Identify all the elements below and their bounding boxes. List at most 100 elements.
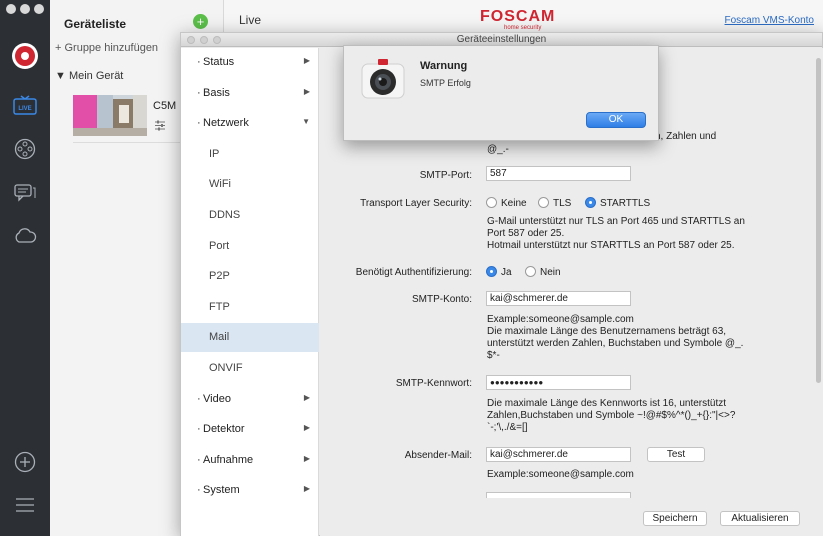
nav-item-label: P2P	[209, 270, 230, 282]
message-icon[interactable]	[11, 178, 39, 206]
close-window-button[interactable]	[6, 4, 16, 14]
brand-tagline: home security	[504, 25, 542, 31]
my-device-group[interactable]: ▼ Mein Gerät	[55, 70, 123, 82]
account-note-2: Die maximale Länge des Benutzernamens be…	[487, 326, 727, 337]
nav-item-system[interactable]: · System ▶	[181, 476, 319, 505]
nav-item-detektor[interactable]: · Detektor ▶	[181, 415, 319, 444]
camera-settings-icon[interactable]	[154, 120, 166, 134]
smtp-password-label: SMTP-Kennwort:	[395, 378, 472, 389]
nav-item-label: WiFi	[209, 178, 231, 190]
nav-item-onvif[interactable]: ONVIF	[181, 354, 319, 383]
auth-no-radio[interactable]	[525, 266, 536, 277]
account-note-4: $*-	[487, 350, 500, 361]
sender-mail-input[interactable]: kai@schmerer.de	[486, 447, 631, 462]
nav-item-status[interactable]: · Status ▶	[181, 48, 319, 77]
playback-icon[interactable]	[11, 135, 39, 163]
nav-item-netzwerk[interactable]: · Netzwerk ▼	[181, 109, 319, 138]
password-note-1: Die maximale Länge des Kennworts ist 16,…	[487, 398, 727, 409]
nav-item-aufnahme[interactable]: · Aufnahme ▶	[181, 446, 319, 475]
chevron-right-icon: ▶	[303, 454, 310, 463]
smtp-account-input[interactable]: kai@schmerer.de	[486, 291, 631, 306]
add-group-link[interactable]: + Gruppe hinzufügen	[55, 42, 158, 54]
menu-icon[interactable]	[11, 491, 39, 519]
nav-item-label: Netzwerk	[203, 117, 249, 129]
nav-item-label: System	[203, 484, 240, 496]
live-tab[interactable]: Live	[239, 13, 261, 27]
next-field-input[interactable]	[486, 492, 631, 498]
tls-none-label: Keine	[501, 198, 527, 209]
bullet-icon: ·	[197, 56, 201, 68]
tls-starttls-radio[interactable]	[585, 197, 596, 208]
bullet-icon: ·	[197, 423, 201, 435]
zoom-window-button[interactable]	[34, 4, 44, 14]
warning-dialog: Warnung SMTP Erfolg OK	[343, 45, 659, 141]
ok-button[interactable]: OK	[586, 112, 646, 128]
dialog-message: SMTP Erfolg	[420, 78, 471, 88]
smtp-port-label: SMTP-Port:	[419, 170, 472, 181]
chevron-right-icon: ▶	[303, 56, 310, 65]
device-list-title: Geräteliste	[64, 17, 127, 31]
nav-item-label: IP	[209, 148, 220, 160]
minimize-window-button[interactable]	[20, 4, 30, 14]
account-note-3: unterstützt werden Zahlen, Buchstaben un…	[487, 338, 744, 349]
nav-item-ddns[interactable]: DDNS	[181, 201, 319, 230]
cloud-icon[interactable]	[11, 222, 39, 250]
nav-item-label: DDNS	[209, 209, 241, 221]
bullet-icon: ·	[197, 393, 201, 405]
nav-item-label: Port	[209, 240, 230, 252]
form-scrollbar[interactable]	[816, 58, 821, 383]
tls-tls-label: TLS	[553, 198, 572, 209]
chevron-right-icon: ▶	[303, 423, 310, 432]
live-badge: LIVE	[18, 106, 31, 112]
nav-item-port[interactable]: Port	[181, 232, 319, 261]
chevron-down-icon: ▼	[55, 70, 69, 82]
nav-item-label: Basis	[203, 87, 230, 99]
tls-note-3: Hotmail unterstützt nur STARTTLS an Port…	[487, 240, 735, 251]
nav-item-label: Status	[203, 56, 235, 68]
dialog-title: Warnung	[420, 60, 468, 72]
smtp-account-label: SMTP-Konto:	[411, 294, 472, 305]
chevron-right-icon: ▶	[303, 484, 310, 493]
password-note-2: Zahlen,Buchstaben und Symbole ~!@#$%^*()…	[487, 410, 736, 421]
account-note-1: Example:someone@sample.com	[487, 314, 634, 325]
nav-item-wifi[interactable]: WiFi	[181, 170, 319, 199]
nav-item-label: Aufnahme	[203, 454, 254, 466]
app-sidebar: LIVE	[0, 0, 50, 536]
nav-item-basis[interactable]: · Basis ▶	[181, 79, 319, 108]
bullet-icon: ·	[197, 454, 201, 466]
nav-item-label: Mail	[209, 331, 230, 343]
password-note-3: `-;'\,./&=[]	[487, 422, 528, 433]
window-title: Geräteeinstellungen	[456, 34, 547, 45]
save-button[interactable]: Speichern	[643, 511, 707, 526]
auth-yes-radio[interactable]	[486, 266, 497, 277]
nav-item-ftp[interactable]: FTP	[181, 293, 319, 322]
settings-nav: · Status ▶ · Basis ▶ · Netzwerk ▼ IP WiFi DDNS Port P…	[181, 48, 319, 536]
add-device-button[interactable]: +	[193, 14, 208, 29]
vms-account-link[interactable]: Foscam VMS-Konto	[725, 15, 814, 26]
nav-item-mail[interactable]: Mail	[181, 323, 319, 352]
foscam-logo-icon[interactable]	[11, 42, 39, 70]
add-icon[interactable]	[11, 448, 39, 476]
camera-thumbnail[interactable]	[73, 95, 147, 136]
tls-tls-radio[interactable]	[538, 197, 549, 208]
nav-item-p2p[interactable]: P2P	[181, 262, 319, 291]
nav-item-label: Video	[203, 393, 231, 405]
chevron-right-icon: ▶	[303, 393, 310, 402]
live-icon[interactable]: LIVE	[11, 91, 39, 119]
nav-item-label: Detektor	[203, 423, 245, 435]
sender-note: Example:someone@sample.com	[487, 469, 634, 480]
bullet-icon: ·	[197, 117, 201, 129]
tls-none-radio[interactable]	[486, 197, 497, 208]
previous-note-fragment-2: @_.-	[487, 144, 509, 155]
nav-item-video[interactable]: · Video ▶	[181, 385, 319, 414]
refresh-button[interactable]: Aktualisieren	[720, 511, 800, 526]
camera-app-icon	[359, 56, 407, 104]
smtp-password-input[interactable]: ●●●●●●●●●●●	[486, 375, 631, 390]
nav-item-ip[interactable]: IP	[181, 140, 319, 169]
auth-label: Benötigt Authentifizierung:	[355, 267, 472, 278]
sender-mail-label: Absender-Mail:	[404, 450, 472, 461]
test-button[interactable]: Test	[647, 447, 705, 462]
tls-note-1: G-Mail unterstützt nur TLS an Port 465 u…	[487, 216, 745, 227]
bullet-icon: ·	[197, 484, 201, 496]
smtp-port-input[interactable]: 587	[486, 166, 631, 181]
